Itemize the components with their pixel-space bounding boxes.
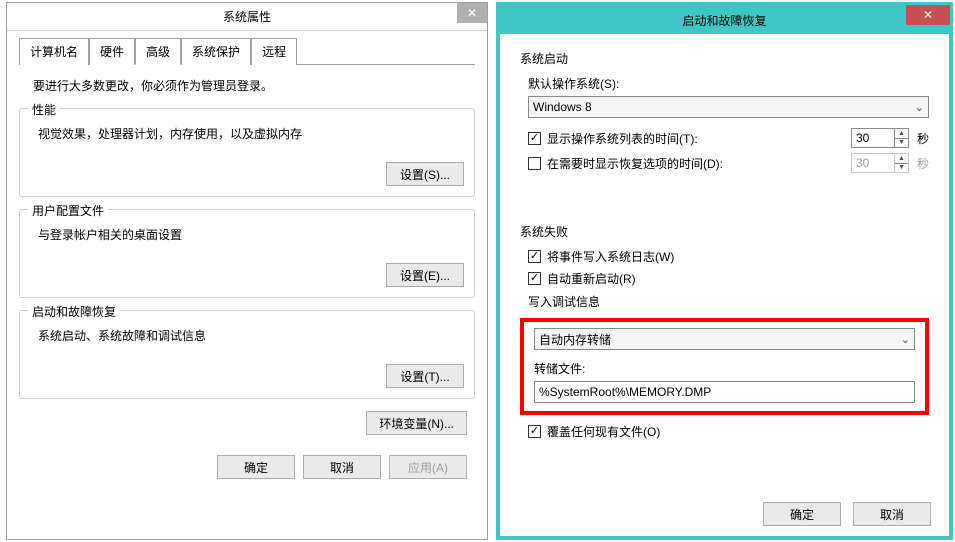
- user-profile-group: 用户配置文件 与登录帐户相关的桌面设置 设置(E)...: [19, 209, 475, 298]
- default-os-label: 默认操作系统(S):: [528, 75, 929, 92]
- tab-bar: 计算机名 硬件 高级 系统保护 远程: [19, 37, 475, 65]
- group-label: 性能: [28, 101, 60, 118]
- auto-restart-checkbox[interactable]: [528, 272, 541, 285]
- system-failure-label: 系统失败: [520, 223, 929, 240]
- performance-settings-button[interactable]: 设置(S)...: [386, 162, 464, 186]
- spin-up-icon: ▲: [895, 154, 908, 164]
- unit-label: 秒: [917, 155, 929, 172]
- cancel-button[interactable]: 取消: [853, 502, 931, 526]
- admin-notice: 要进行大多数更改，你必须作为管理员登录。: [33, 77, 475, 94]
- show-os-list-checkbox[interactable]: [528, 132, 541, 145]
- tab-hardware[interactable]: 硬件: [89, 38, 135, 65]
- startup-recovery-settings-button[interactable]: 设置(T)...: [386, 364, 464, 388]
- system-properties-window: 系统属性 ✕ 计算机名 硬件 高级 系统保护 远程 要进行大多数更改，你必须作为…: [6, 2, 488, 540]
- dump-type-select[interactable]: 自动内存转储 ⌄: [534, 328, 915, 350]
- tab-remote[interactable]: 远程: [251, 38, 297, 65]
- tab-computer-name[interactable]: 计算机名: [19, 38, 89, 65]
- ok-button[interactable]: 确定: [763, 502, 841, 526]
- titlebar: 系统属性 ✕: [7, 3, 487, 31]
- dump-file-input[interactable]: %SystemRoot%\MEMORY.DMP: [534, 381, 915, 403]
- spin-up-icon: ▲: [895, 129, 908, 139]
- show-recovery-checkbox[interactable]: [528, 157, 541, 170]
- chevron-down-icon: ⌄: [901, 333, 910, 346]
- close-button[interactable]: ✕: [457, 3, 487, 23]
- close-button[interactable]: ✕: [906, 5, 950, 25]
- overwrite-label: 覆盖任何现有文件(O): [547, 423, 660, 440]
- write-event-label: 将事件写入系统日志(W): [547, 248, 674, 265]
- spin-control: ▲▼: [895, 153, 909, 173]
- show-os-list-value[interactable]: 30: [851, 128, 895, 148]
- titlebar: 启动和故障恢复 ✕: [500, 6, 949, 34]
- show-recovery-value: 30: [851, 153, 895, 173]
- environment-variables-button[interactable]: 环境变量(N)...: [366, 411, 467, 435]
- group-text: 系统启动、系统故障和调试信息: [38, 327, 464, 344]
- system-startup-label: 系统启动: [520, 50, 929, 67]
- window-title: 系统属性: [223, 8, 271, 25]
- spin-control[interactable]: ▲▼: [895, 128, 909, 148]
- auto-restart-label: 自动重新启动(R): [547, 270, 636, 287]
- show-os-list-label: 显示操作系统列表的时间(T):: [547, 130, 698, 147]
- user-profile-settings-button[interactable]: 设置(E)...: [386, 263, 464, 287]
- group-label: 用户配置文件: [28, 202, 108, 219]
- window-title: 启动和故障恢复: [682, 12, 766, 29]
- default-os-select[interactable]: Windows 8 ⌄: [528, 96, 929, 118]
- spin-down-icon: ▼: [895, 139, 908, 148]
- chevron-down-icon: ⌄: [915, 101, 924, 114]
- dump-file-label: 转储文件:: [534, 360, 915, 377]
- tab-advanced[interactable]: 高级: [135, 38, 181, 65]
- button-bar: 确定 取消: [500, 492, 949, 536]
- group-label: 启动和故障恢复: [28, 303, 120, 320]
- close-icon: ✕: [923, 8, 933, 22]
- group-text: 视觉效果，处理器计划，内存使用，以及虚拟内存: [38, 125, 464, 142]
- performance-group: 性能 视觉效果，处理器计划，内存使用，以及虚拟内存 设置(S)...: [19, 108, 475, 197]
- select-value: Windows 8: [533, 100, 592, 114]
- window-body: 计算机名 硬件 高级 系统保护 远程 要进行大多数更改，你必须作为管理员登录。 …: [7, 31, 487, 491]
- window-body: 系统启动 默认操作系统(S): Windows 8 ⌄ 显示操作系统列表的时间(…: [500, 34, 949, 450]
- show-recovery-label: 在需要时显示恢复选项的时间(D):: [547, 155, 723, 172]
- tab-system-protection[interactable]: 系统保护: [181, 38, 251, 65]
- highlight-box: 自动内存转储 ⌄ 转储文件: %SystemRoot%\MEMORY.DMP: [520, 318, 929, 415]
- overwrite-checkbox[interactable]: [528, 425, 541, 438]
- startup-recovery-group: 启动和故障恢复 系统启动、系统故障和调试信息 设置(T)...: [19, 310, 475, 399]
- unit-label: 秒: [917, 130, 929, 147]
- select-value: 自动内存转储: [539, 331, 611, 348]
- close-icon: ✕: [467, 6, 477, 20]
- apply-button[interactable]: 应用(A): [389, 455, 467, 479]
- ok-button[interactable]: 确定: [217, 455, 295, 479]
- group-text: 与登录帐户相关的桌面设置: [38, 226, 464, 243]
- write-event-checkbox[interactable]: [528, 250, 541, 263]
- cancel-button[interactable]: 取消: [303, 455, 381, 479]
- debug-info-label: 写入调试信息: [528, 293, 929, 310]
- dump-file-value: %SystemRoot%\MEMORY.DMP: [539, 385, 711, 399]
- startup-recovery-window: 启动和故障恢复 ✕ 系统启动 默认操作系统(S): Windows 8 ⌄ 显示…: [496, 2, 953, 540]
- spin-down-icon: ▼: [895, 164, 908, 173]
